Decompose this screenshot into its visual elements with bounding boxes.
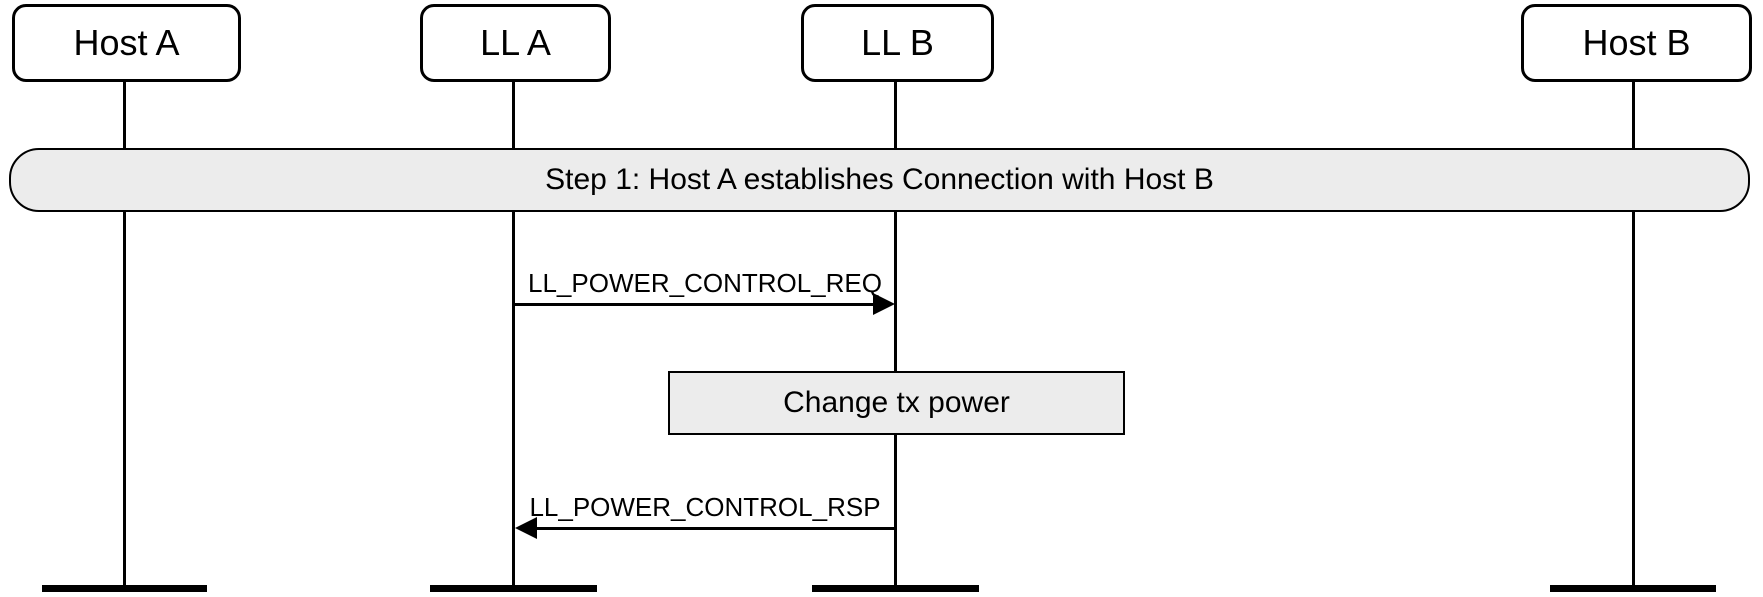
- participant-label: LL A: [480, 22, 551, 64]
- participant-label: Host B: [1582, 22, 1690, 64]
- message-label-rsp: LL_POWER_CONTROL_RSP: [515, 492, 895, 523]
- lifeline: [123, 210, 126, 585]
- arrow-head-left-icon: [515, 517, 537, 539]
- action-box: Change tx power: [668, 371, 1125, 435]
- arrow-line: [535, 527, 897, 530]
- participant-label: Host A: [73, 22, 179, 64]
- lifeline-end: [1550, 585, 1716, 592]
- lifeline: [123, 79, 126, 148]
- step-bar: Step 1: Host A establishes Connection wi…: [9, 148, 1750, 212]
- lifeline: [1632, 79, 1635, 148]
- step-label: Step 1: Host A establishes Connection wi…: [545, 163, 1214, 197]
- participant-label: LL B: [861, 22, 934, 64]
- lifeline-end: [430, 585, 597, 592]
- arrow-head-right-icon: [873, 293, 895, 315]
- lifeline-end: [42, 585, 207, 592]
- arrow-line: [515, 303, 875, 306]
- lifeline: [512, 79, 515, 148]
- participant-host-a: Host A: [12, 4, 241, 82]
- lifeline: [894, 79, 897, 148]
- participant-ll-a: LL A: [420, 4, 611, 82]
- lifeline-end: [812, 585, 979, 592]
- message-label-req: LL_POWER_CONTROL_REQ: [515, 268, 895, 299]
- participant-host-b: Host B: [1521, 4, 1752, 82]
- action-label: Change tx power: [783, 386, 1010, 420]
- lifeline: [1632, 210, 1635, 585]
- sequence-diagram: Host A LL A LL B Host B Step 1: Host A e…: [0, 0, 1763, 597]
- participant-ll-b: LL B: [801, 4, 994, 82]
